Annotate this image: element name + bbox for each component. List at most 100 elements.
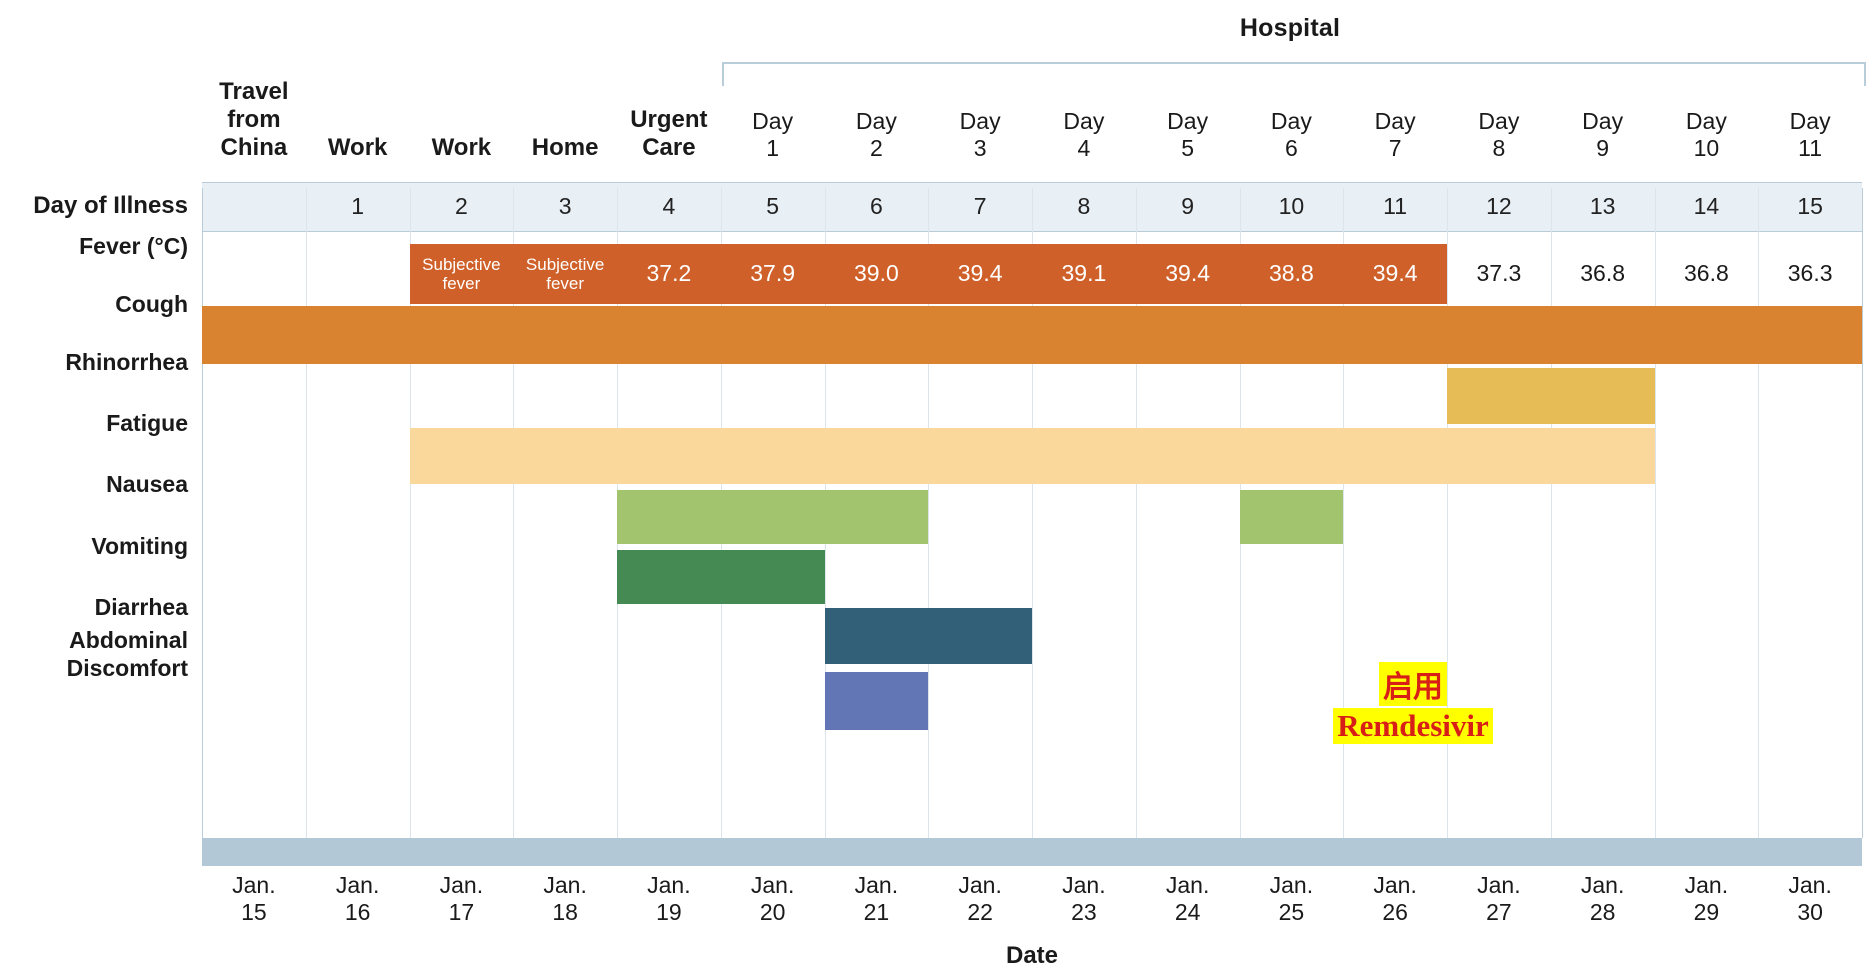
date-label-9-month: Jan. (1165, 872, 1210, 898)
column-header-11: Day 7 (1343, 52, 1447, 164)
day-of-illness-cell-11: 11 (1383, 192, 1408, 219)
column-header-3-line1: Home (531, 133, 599, 161)
day-of-illness-cell-1: 1 (351, 192, 365, 219)
fever-cell-12: 37.3 (1476, 260, 1522, 287)
column-header-10-line2: 6 (1284, 135, 1298, 162)
date-label-12-month: Jan. (1477, 872, 1521, 898)
column-header-0: Travel from China (202, 52, 306, 164)
gridline-v-1 (306, 188, 307, 838)
fever-cell-8: 39.1 (1032, 244, 1136, 304)
date-label-0-day: 15 (241, 899, 267, 926)
date-label-5: Jan. 20 (721, 872, 825, 934)
date-label-3-day: 18 (552, 899, 578, 926)
date-label-9: Jan. 24 (1136, 872, 1240, 934)
footer-strip (202, 838, 1862, 866)
column-header-14-line2: 10 (1693, 135, 1720, 162)
column-header-2-line1: Work (431, 133, 492, 161)
column-header-14: Day 10 (1655, 52, 1759, 164)
fever-cell-14: 36.8 (1683, 260, 1729, 287)
remdesivir-annotation: 启用 Remdesivir (1268, 662, 1558, 744)
row-label-abdominal-line2: Discomfort (66, 655, 188, 681)
bar-nausea-1 (1239, 490, 1344, 544)
column-header-6-line2: 2 (869, 135, 883, 162)
day-of-illness-cell-9: 9 (1181, 192, 1195, 219)
date-label-2-month: Jan. (439, 872, 484, 898)
bar-diarrhea-0 (824, 608, 1032, 664)
column-header-9-line2: 5 (1181, 135, 1195, 162)
date-label-6: Jan. 21 (825, 872, 929, 934)
date-label-13: Jan. 28 (1551, 872, 1655, 934)
date-label-13-month: Jan. (1580, 872, 1625, 898)
column-header-2: Work (410, 52, 514, 164)
day-of-illness-cell-7: 7 (973, 192, 987, 219)
column-header-13-line1: Day (1582, 108, 1624, 135)
column-header-15-line2: 11 (1798, 135, 1823, 162)
date-label-15: Jan. 30 (1758, 872, 1862, 934)
column-header-12: Day 8 (1447, 52, 1551, 164)
date-label-2: Jan. 17 (410, 872, 514, 934)
column-header-6: Day 2 (825, 52, 929, 164)
gridline-v-16 (1862, 188, 1863, 838)
column-header-10-line1: Day (1270, 108, 1312, 135)
column-header-14-line1: Day (1685, 108, 1727, 135)
date-label-0-month: Jan. (232, 872, 276, 898)
date-axis-title: Date (1005, 942, 1059, 969)
date-label-6-month: Jan. (854, 872, 899, 898)
fever-cell-7: 39.4 (928, 244, 1032, 304)
fever-cell-2: Subjective fever (409, 244, 514, 304)
column-header-12-line2: 8 (1492, 135, 1506, 162)
date-label-13-day: 28 (1589, 899, 1616, 926)
column-header-7-line1: Day (959, 108, 1001, 135)
column-header-15-line1: Day (1789, 108, 1831, 135)
column-header-1: Work (306, 52, 410, 164)
date-label-0: Jan. 15 (202, 872, 306, 934)
fever-cell-15: 36.3 (1787, 260, 1833, 287)
date-label-12-day: 27 (1486, 899, 1512, 926)
annotation-line-en: Remdesivir (1333, 708, 1493, 744)
column-header-6-line1: Day (855, 108, 897, 135)
fever-cell-5: 37.9 (720, 244, 825, 304)
day-of-illness-cell-8: 8 (1077, 192, 1091, 219)
date-label-11: Jan. 26 (1343, 872, 1447, 934)
column-header-7: Day 3 (928, 52, 1032, 164)
fever-cell-3: Subjective fever (513, 244, 617, 304)
date-label-15-month: Jan. (1788, 872, 1832, 898)
date-label-7: Jan. 22 (928, 872, 1032, 934)
date-label-1: Jan. 16 (306, 872, 410, 934)
column-header-5-line1: Day (752, 108, 794, 135)
row-label-abdominal-line1: Abdominal (69, 626, 188, 653)
column-header-1-line1: Work (327, 133, 388, 161)
date-label-5-day: 20 (759, 899, 786, 926)
column-header-15: Day 11 (1758, 52, 1862, 164)
column-header-8: Day 4 (1032, 52, 1136, 164)
column-header-0-line3: China (220, 133, 288, 161)
date-label-9-day: 24 (1174, 899, 1201, 926)
row-label-abdominal-discomfort: Abdominal Discomfort (0, 614, 188, 694)
column-header-9-line1: Day (1167, 108, 1209, 135)
date-label-11-day: 26 (1382, 899, 1408, 926)
column-header-12-line1: Day (1478, 108, 1520, 135)
column-header-0-line2: from (227, 105, 281, 133)
column-header-5-line2: 1 (766, 135, 780, 162)
day-of-illness-cell-5: 5 (766, 192, 780, 219)
fever-cell-10: 38.8 (1239, 244, 1344, 304)
bar-rhinorrhea-0 (1447, 368, 1655, 424)
date-label-14-month: Jan. (1684, 872, 1729, 898)
column-header-8-line1: Day (1063, 108, 1105, 135)
date-label-15-day: 30 (1797, 899, 1823, 926)
fever-cell-4: 37.2 (617, 244, 721, 304)
column-header-3: Home (513, 52, 617, 164)
date-label-14: Jan. 29 (1655, 872, 1759, 934)
date-label-14-day: 29 (1693, 899, 1720, 926)
date-label-6-day: 21 (863, 899, 890, 926)
column-header-4-line1: Urgent (630, 105, 708, 133)
bar-vomiting-0 (617, 550, 825, 604)
day-of-illness-cell-0 (202, 182, 306, 230)
day-of-illness-cell-13: 13 (1589, 192, 1616, 219)
column-header-4: Urgent Care (617, 52, 721, 164)
day-of-illness-cell-2: 2 (454, 192, 468, 219)
date-label-7-day: 22 (967, 899, 993, 926)
column-header-13-line2: 9 (1596, 135, 1610, 162)
date-label-1-month: Jan. (335, 872, 380, 898)
date-label-3: Jan. 18 (513, 872, 617, 934)
